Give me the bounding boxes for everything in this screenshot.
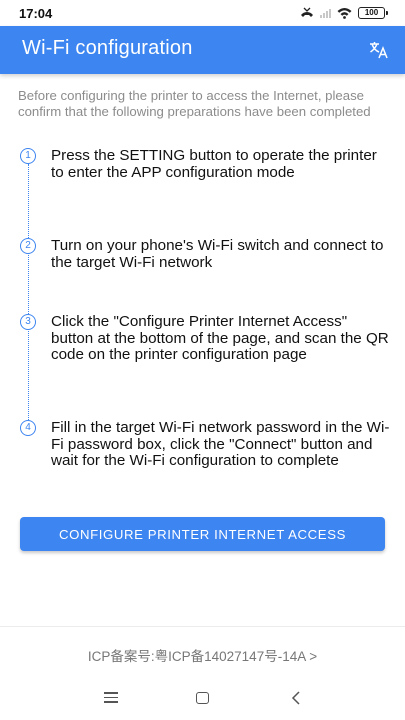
status-bar: 17:04 100 (0, 0, 405, 26)
translate-icon[interactable] (368, 39, 390, 61)
home-icon[interactable] (196, 692, 209, 704)
step-text-2: Turn on your phone's Wi-Fi switch and co… (51, 237, 384, 271)
step-number-3: 3 (20, 314, 36, 330)
step-number-4: 4 (20, 420, 36, 436)
footer-divider (0, 626, 405, 627)
step-number-1: 1 (20, 148, 36, 164)
step-text-3: Click the "Configure Printer Internet Ac… (51, 313, 389, 363)
missed-call-icon (301, 7, 313, 17)
status-time: 17:04 (19, 6, 53, 21)
wifi-icon (337, 8, 352, 19)
page-title: Wi-Fi configuration (22, 37, 193, 59)
nav-bar (0, 678, 405, 720)
app-bar: Wi-Fi configuration (0, 26, 405, 74)
icp-link[interactable]: ICP备案号:粤ICP备14027147号-14A > (0, 645, 405, 665)
timeline-line (28, 164, 29, 426)
step-text-4: Fill in the target Wi-Fi network passwor… (51, 419, 390, 469)
step-number-2: 2 (20, 238, 36, 254)
signal-icon (320, 8, 331, 18)
menu-icon[interactable] (104, 692, 118, 704)
battery-icon: 100 (358, 7, 388, 19)
step-text-1: Press the SETTING button to operate the … (51, 147, 377, 181)
intro-text: Before configuring the printer to access… (18, 88, 371, 119)
back-icon[interactable] (290, 691, 302, 705)
status-icons: 100 (300, 7, 388, 19)
configure-printer-button[interactable]: CONFIGURE PRINTER INTERNET ACCESS (20, 517, 385, 551)
